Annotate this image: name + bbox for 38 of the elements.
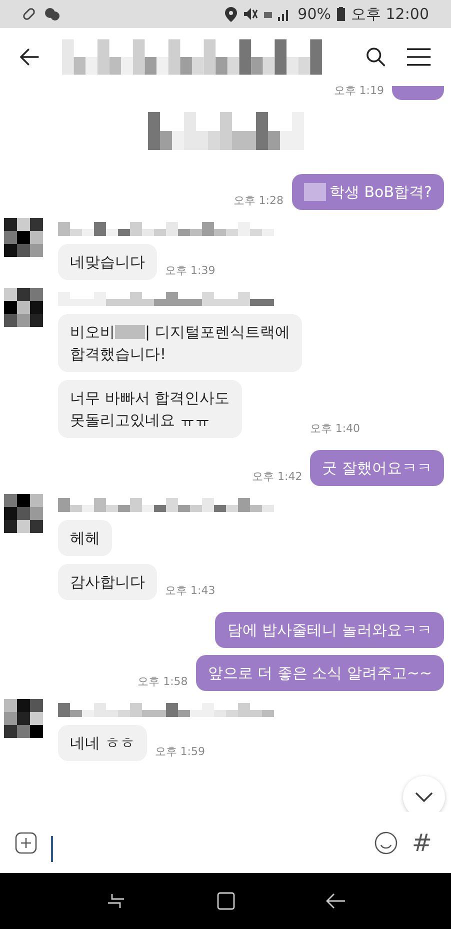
message-bubble: 네네 ㅎㅎ xyxy=(58,724,147,760)
message-bubble: 네맞습니다 xyxy=(58,244,157,280)
message-time: 오후 1:43 xyxy=(165,583,216,599)
message-time: 오후 1:28 xyxy=(233,193,284,209)
pill-icon xyxy=(22,7,36,21)
back-icon[interactable] xyxy=(326,893,346,909)
back-arrow-icon[interactable] xyxy=(20,48,40,66)
plus-icon[interactable] xyxy=(15,832,37,854)
mute-icon xyxy=(242,7,258,21)
home-icon[interactable] xyxy=(216,892,234,910)
recent-apps-icon[interactable] xyxy=(106,893,126,909)
message-bubble: 감사합니다 xyxy=(58,564,157,600)
chat-bubbles-icon xyxy=(44,7,60,21)
message-time: 오후 1:19 xyxy=(334,85,384,99)
hashtag-button[interactable]: # xyxy=(412,824,436,860)
message-time: 오후 1:59 xyxy=(154,744,205,760)
status-time: 오후 12:00 xyxy=(351,4,429,25)
message-bubble: 앞으로 더 좋은 소식 알려주고~~ xyxy=(196,654,444,690)
message-bubble: 굿 잘했어요ㅋㅋ xyxy=(310,450,444,486)
message-bubble: 담에 밥사줄테니 놀러와요ㅋㅋ xyxy=(215,612,444,648)
emoji-icon[interactable] xyxy=(374,830,398,854)
battery-icon xyxy=(337,7,345,21)
search-icon[interactable] xyxy=(366,46,386,66)
message-bubble: 비오비 | 디지털포렌식트랙에 합격했습니다! xyxy=(58,314,302,372)
battery-percent: 90% xyxy=(298,4,331,25)
message-bubble xyxy=(392,86,444,100)
scroll-down-button[interactable] xyxy=(403,776,445,812)
message-bubble: 학생 BoB합격? xyxy=(292,174,444,210)
location-icon xyxy=(224,6,237,22)
message-time: 오후 1:42 xyxy=(252,469,302,485)
chevron-down-icon xyxy=(415,792,433,802)
message-bubble: 헤헤 xyxy=(58,520,112,556)
message-time: 오후 1:58 xyxy=(138,674,188,690)
message-time: 오후 1:39 xyxy=(165,263,216,279)
menu-icon[interactable] xyxy=(407,48,431,66)
message-time: 오후 1:40 xyxy=(310,421,360,437)
message-bubble: 너무 바빠서 합격인사도 못돌리고있네요 ㅠㅠ xyxy=(58,380,242,438)
text-cursor xyxy=(51,836,53,862)
